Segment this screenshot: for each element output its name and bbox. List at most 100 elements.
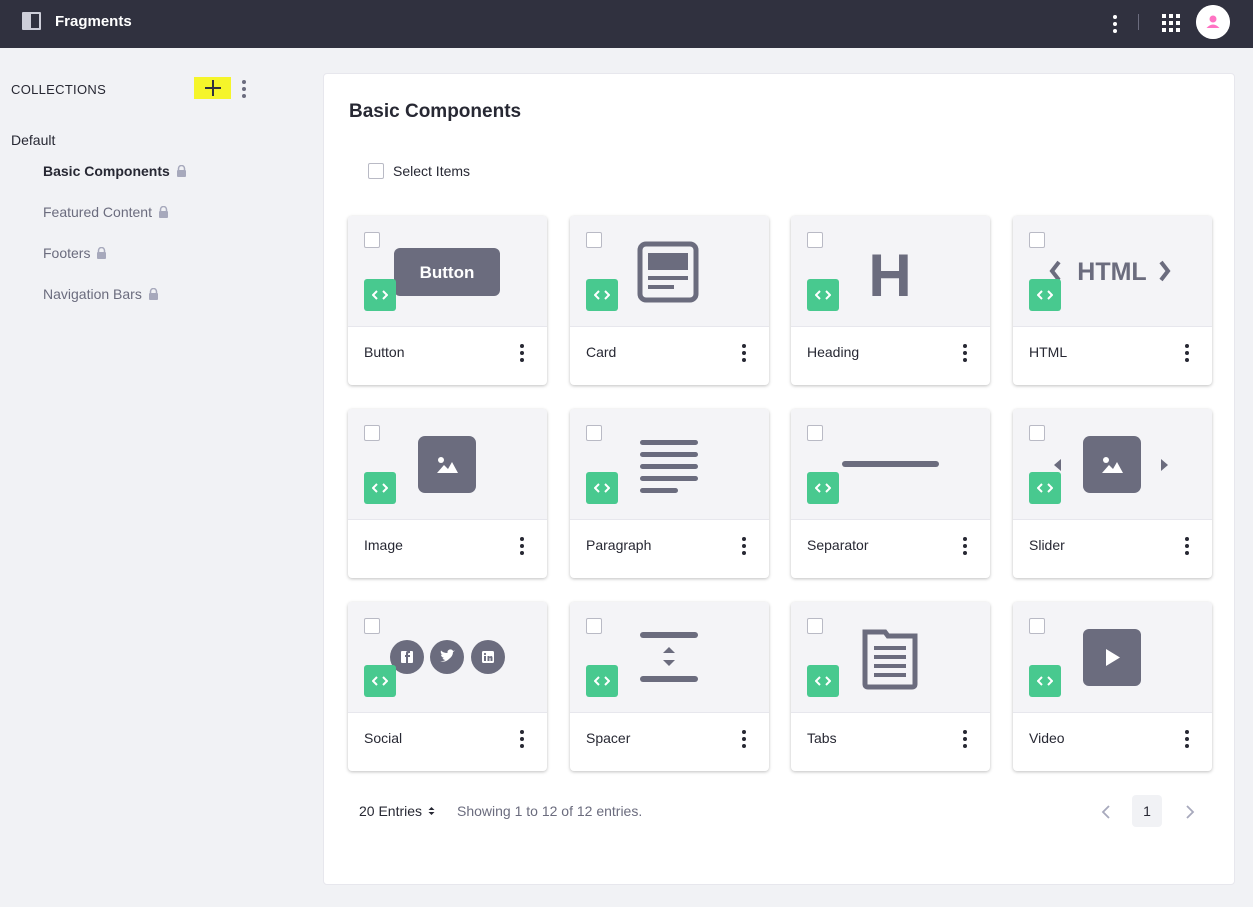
sidebar-item-label: Navigation Bars <box>43 286 142 302</box>
card-kebab-icon[interactable] <box>957 536 973 556</box>
select-items-control[interactable]: Select Items <box>368 163 470 179</box>
sidebar-item-navigation-bars[interactable]: Navigation Bars <box>43 286 159 302</box>
card-select-checkbox[interactable] <box>1029 232 1045 248</box>
card-select-checkbox[interactable] <box>586 232 602 248</box>
fragment-card-separator[interactable]: Separator <box>791 409 990 578</box>
card-kebab-icon[interactable] <box>514 729 530 749</box>
sidebar-item-label: Footers <box>43 245 91 261</box>
app-title: Fragments <box>55 13 132 30</box>
code-icon <box>1029 279 1061 311</box>
card-preview <box>1013 409 1212 520</box>
card-name: Video <box>1029 730 1065 746</box>
fragment-card-spacer[interactable]: Spacer <box>570 602 769 771</box>
card-preview <box>791 409 990 520</box>
fragment-card-paragraph[interactable]: Paragraph <box>570 409 769 578</box>
sidebar-toggle-icon[interactable] <box>22 12 41 30</box>
lock-icon <box>176 165 186 177</box>
card-select-checkbox[interactable] <box>1029 425 1045 441</box>
chevron-right-icon[interactable] <box>1179 801 1199 823</box>
add-collection-button[interactable] <box>194 77 231 99</box>
card-select-checkbox[interactable] <box>807 618 823 634</box>
user-avatar-icon[interactable] <box>1196 5 1230 39</box>
card-select-checkbox[interactable] <box>586 618 602 634</box>
code-icon <box>586 665 618 697</box>
select-items-label: Select Items <box>393 163 471 179</box>
card-preview <box>348 602 547 713</box>
card-kebab-icon[interactable] <box>514 343 530 363</box>
card-kebab-icon[interactable] <box>1179 729 1195 749</box>
card-kebab-icon[interactable] <box>957 729 973 749</box>
fragment-card-tabs[interactable]: Tabs <box>791 602 990 771</box>
select-all-checkbox[interactable] <box>368 163 384 179</box>
page-number-current[interactable]: 1 <box>1132 795 1162 827</box>
card-preview <box>1013 602 1212 713</box>
card-select-checkbox[interactable] <box>586 425 602 441</box>
collection-group-default: Default <box>11 132 56 148</box>
lock-icon <box>97 247 107 259</box>
card-select-checkbox[interactable] <box>364 425 380 441</box>
card-kebab-icon[interactable] <box>514 536 530 556</box>
fragment-card-html[interactable]: HTML HTML <box>1013 216 1212 385</box>
button-illustration-text: Button <box>420 263 475 282</box>
fragment-card-slider[interactable]: Slider <box>1013 409 1212 578</box>
card-preview <box>570 602 769 713</box>
heading-illustration-text: H <box>868 242 911 309</box>
card-select-checkbox[interactable] <box>364 618 380 634</box>
apps-grid-icon[interactable] <box>1162 14 1180 32</box>
card-name: Card <box>586 344 617 360</box>
sidebar-item-label: Featured Content <box>43 204 152 220</box>
code-icon <box>807 279 839 311</box>
card-name: Button <box>364 344 405 360</box>
sidebar-item-featured-content[interactable]: Featured Content <box>43 204 169 220</box>
card-name: Social <box>364 730 403 746</box>
entries-per-page-dropdown[interactable]: 20 Entries <box>359 803 435 819</box>
card-kebab-icon[interactable] <box>1179 536 1195 556</box>
card-name: Paragraph <box>586 537 652 553</box>
fragment-card-social[interactable]: Social <box>348 602 547 771</box>
topbar-divider <box>1138 14 1139 30</box>
card-select-checkbox[interactable] <box>807 425 823 441</box>
fragment-card-heading[interactable]: H Heading <box>791 216 990 385</box>
card-preview: Button <box>348 216 547 327</box>
lock-icon <box>148 288 158 300</box>
card-kebab-icon[interactable] <box>736 729 752 749</box>
options-kebab-icon[interactable] <box>1105 13 1125 35</box>
card-preview <box>570 216 769 327</box>
code-icon <box>364 472 396 504</box>
fragment-card-button[interactable]: Button Button <box>348 216 547 385</box>
collections-kebab-icon[interactable] <box>236 78 252 100</box>
card-select-checkbox[interactable] <box>807 232 823 248</box>
card-select-checkbox[interactable] <box>1029 618 1045 634</box>
card-select-checkbox[interactable] <box>364 232 380 248</box>
sidebar-item-footers[interactable]: Footers <box>43 245 107 261</box>
code-icon <box>364 279 396 311</box>
collections-heading: COLLECTIONS <box>11 82 107 97</box>
code-icon <box>1029 665 1061 697</box>
code-icon <box>807 472 839 504</box>
code-icon <box>586 279 618 311</box>
card-kebab-icon[interactable] <box>1179 343 1195 363</box>
card-kebab-icon[interactable] <box>957 343 973 363</box>
code-icon <box>807 665 839 697</box>
top-bar: Fragments <box>0 0 1253 48</box>
fragment-card-card[interactable]: Card <box>570 216 769 385</box>
card-name: Separator <box>807 537 869 553</box>
entries-label: 20 Entries <box>359 803 423 819</box>
fragment-card-video[interactable]: Video <box>1013 602 1212 771</box>
card-name: HTML <box>1029 344 1068 360</box>
chevron-left-icon[interactable] <box>1097 801 1117 823</box>
card-name: Slider <box>1029 537 1065 553</box>
sidebar-item-label: Basic Components <box>43 163 170 179</box>
card-name: Tabs <box>807 730 837 746</box>
card-kebab-icon[interactable] <box>736 536 752 556</box>
card-preview <box>791 602 990 713</box>
card-name: Heading <box>807 344 860 360</box>
fragment-card-image[interactable]: Image <box>348 409 547 578</box>
card-kebab-icon[interactable] <box>736 343 752 363</box>
lock-icon <box>158 206 168 218</box>
card-preview: HTML <box>1013 216 1212 327</box>
code-icon <box>1029 472 1061 504</box>
code-icon <box>364 665 396 697</box>
sidebar: COLLECTIONS Default Basic Components Fea… <box>0 48 300 907</box>
sidebar-item-basic-components[interactable]: Basic Components <box>43 163 187 179</box>
